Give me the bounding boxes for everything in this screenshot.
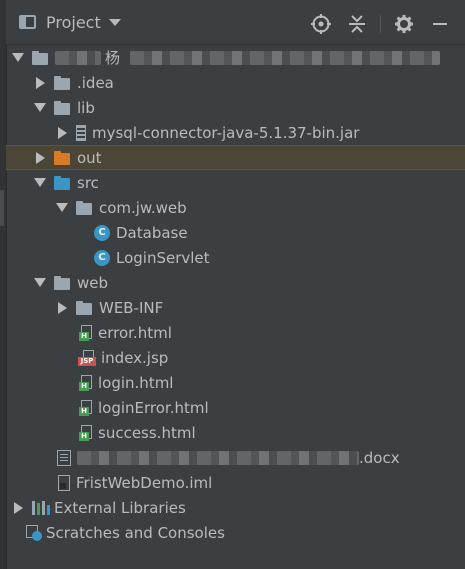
tree-row-scratches[interactable]: Scratches and Consoles bbox=[6, 520, 465, 545]
redacted-name bbox=[55, 50, 101, 65]
tree-row-index-jsp[interactable]: JSP index.jsp bbox=[6, 345, 465, 370]
tree-row-webinf[interactable]: WEB-INF bbox=[6, 295, 465, 320]
collapsed-arrow-icon[interactable] bbox=[34, 77, 46, 89]
project-view-icon bbox=[19, 15, 36, 29]
java-class-icon: C bbox=[94, 249, 110, 266]
iml-file-icon bbox=[58, 474, 70, 491]
tree-label: com.jw.web bbox=[99, 198, 187, 217]
tree-label: Database bbox=[116, 223, 188, 242]
tree-label: Scratches and Consoles bbox=[46, 523, 225, 542]
module-folder-icon bbox=[32, 50, 49, 66]
tree-row-class-loginservlet[interactable]: C LoginServlet bbox=[6, 245, 465, 270]
tree-label: lib bbox=[77, 98, 95, 117]
folder-icon bbox=[54, 75, 71, 91]
tree-label: success.html bbox=[98, 423, 196, 442]
panel-toolbar bbox=[298, 14, 453, 34]
library-icon bbox=[32, 500, 50, 515]
tree-row-external-libraries[interactable]: External Libraries bbox=[6, 495, 465, 520]
tool-stripe-marker bbox=[0, 190, 4, 226]
expand-arrow-icon[interactable] bbox=[56, 202, 68, 214]
project-panel-header: Project bbox=[6, 0, 465, 45]
tree-row-root[interactable]: 杨 bbox=[6, 45, 465, 70]
panel-title[interactable]: Project bbox=[46, 13, 101, 32]
tree-row-idea[interactable]: .idea bbox=[6, 70, 465, 95]
collapsed-arrow-icon[interactable] bbox=[12, 502, 24, 514]
html-file-icon: H bbox=[79, 324, 92, 341]
tree-label: WEB-INF bbox=[99, 298, 164, 317]
html-file-icon: H bbox=[79, 374, 92, 391]
redacted-path bbox=[130, 50, 441, 65]
collapsed-arrow-icon[interactable] bbox=[34, 152, 46, 164]
tree-label: src bbox=[77, 173, 99, 192]
tree-label-suffix: .docx bbox=[359, 448, 400, 467]
tree-row-iml[interactable]: FristWebDemo.iml bbox=[6, 470, 465, 495]
root-name-suffix: 杨 bbox=[105, 49, 121, 67]
expand-arrow-icon[interactable] bbox=[34, 277, 46, 289]
package-icon bbox=[76, 200, 93, 216]
tree-row-package[interactable]: com.jw.web bbox=[6, 195, 465, 220]
expand-arrow-icon[interactable] bbox=[12, 52, 24, 64]
collapsed-arrow-icon[interactable] bbox=[56, 302, 68, 314]
tree-label: error.html bbox=[98, 323, 172, 342]
tree-label: web bbox=[77, 273, 109, 292]
tree-label: loginError.html bbox=[98, 398, 209, 417]
tree-label: index.jsp bbox=[101, 348, 169, 367]
view-mode-dropdown-icon[interactable] bbox=[108, 18, 121, 26]
tree-row-docx[interactable]: .docx bbox=[6, 445, 465, 470]
tree-row-login-html[interactable]: H login.html bbox=[6, 370, 465, 395]
tree-row-lib[interactable]: lib bbox=[6, 95, 465, 120]
scratches-icon bbox=[26, 524, 42, 541]
settings-icon[interactable] bbox=[391, 14, 417, 34]
expand-arrow-icon[interactable] bbox=[34, 102, 46, 114]
redacted-filename bbox=[77, 450, 359, 465]
locate-icon[interactable] bbox=[308, 14, 334, 34]
tree-row-success-html[interactable]: H success.html bbox=[6, 420, 465, 445]
tree-row-out[interactable]: out bbox=[6, 145, 465, 170]
collapsed-arrow-icon[interactable] bbox=[56, 127, 68, 139]
source-folder-icon bbox=[54, 175, 71, 191]
tree-row-class-database[interactable]: C Database bbox=[6, 220, 465, 245]
tree-row-web[interactable]: web bbox=[6, 270, 465, 295]
expand-arrow-icon[interactable] bbox=[34, 177, 46, 189]
html-file-icon: H bbox=[79, 424, 92, 441]
tree-row-src[interactable]: src bbox=[6, 170, 465, 195]
tree-label: .idea bbox=[77, 73, 114, 92]
tree-label: login.html bbox=[98, 373, 174, 392]
folder-icon bbox=[76, 300, 93, 316]
jar-archive-icon bbox=[76, 124, 86, 141]
tree-row-error-html[interactable]: H error.html bbox=[6, 320, 465, 345]
output-folder-icon bbox=[54, 150, 71, 166]
tree-row-loginerror-html[interactable]: H loginError.html bbox=[6, 395, 465, 420]
tree-label: LoginServlet bbox=[116, 248, 210, 267]
tree-label: FristWebDemo.iml bbox=[76, 473, 213, 492]
toolbar-separator bbox=[380, 15, 381, 33]
jsp-file-icon: JSP bbox=[78, 349, 96, 366]
word-document-icon bbox=[57, 449, 71, 466]
tree-label: out bbox=[77, 148, 102, 167]
hide-icon[interactable] bbox=[427, 14, 453, 34]
tree-label: External Libraries bbox=[54, 498, 186, 517]
html-file-icon: H bbox=[79, 399, 92, 416]
java-class-icon: C bbox=[94, 224, 110, 241]
tree-row-jar[interactable]: mysql-connector-java-5.1.37-bin.jar bbox=[6, 120, 465, 145]
collapse-all-icon[interactable] bbox=[344, 14, 370, 34]
web-folder-icon bbox=[54, 275, 71, 291]
folder-icon bbox=[54, 100, 71, 116]
tree-label: mysql-connector-java-5.1.37-bin.jar bbox=[92, 123, 360, 142]
